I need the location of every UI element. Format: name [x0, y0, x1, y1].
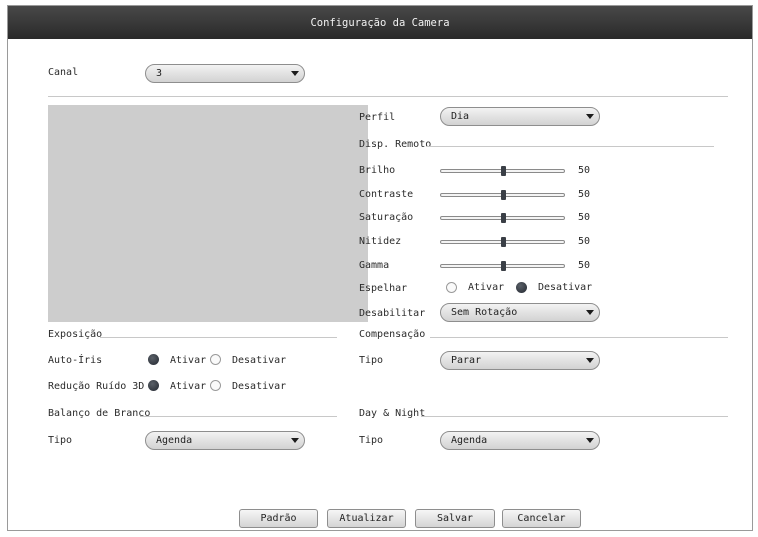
slider-handle[interactable]: [500, 213, 506, 223]
chevron-down-icon: [586, 114, 594, 119]
compensacao-tipo-select[interactable]: Parar: [440, 351, 600, 370]
slider-value: 50: [578, 260, 591, 271]
reducao-ruido-desativar-radio[interactable]: [210, 380, 221, 391]
day-night-tipo-label: Tipo: [359, 435, 384, 446]
slider-value: 50: [578, 212, 591, 223]
perfil-value: Dia: [451, 111, 470, 122]
espelhar-ativar-label[interactable]: Ativar: [468, 282, 504, 293]
saturacao-slider[interactable]: [440, 213, 565, 223]
chevron-down-icon: [586, 438, 594, 443]
divider: [100, 337, 337, 338]
perfil-select[interactable]: Dia: [440, 107, 600, 126]
slider-label: Saturação: [359, 212, 414, 223]
auto-iris-ativar-radio[interactable]: [148, 354, 159, 365]
brilho-slider[interactable]: [440, 166, 565, 176]
perfil-label: Perfil: [359, 112, 396, 123]
disp-remoto-section-title: Disp. Remoto: [359, 139, 432, 150]
contraste-slider[interactable]: [440, 190, 565, 200]
title-bar: Configuração da Camera: [8, 6, 752, 39]
padrao-button[interactable]: Padrão: [239, 509, 318, 528]
reducao-ruido-ativar-radio[interactable]: [148, 380, 159, 391]
divider: [427, 146, 714, 147]
auto-iris-ativar-label[interactable]: Ativar: [170, 355, 206, 366]
balanco-tipo-select[interactable]: Agenda: [145, 431, 305, 450]
espelhar-label: Espelhar: [359, 283, 408, 294]
reducao-ruido-label: Redução Ruído 3D: [48, 381, 145, 392]
divider: [421, 416, 728, 417]
auto-iris-label: Auto-Íris: [48, 355, 103, 366]
exposicao-section-title: Exposição: [48, 329, 103, 340]
window-title: Configuração da Camera: [310, 17, 450, 29]
espelhar-desativar-radio[interactable]: [516, 282, 527, 293]
canal-label: Canal: [48, 67, 79, 78]
reducao-ruido-ativar-label[interactable]: Ativar: [170, 381, 206, 392]
divider: [140, 416, 337, 417]
nitidez-slider[interactable]: [440, 237, 565, 247]
slider-label: Brilho: [359, 165, 396, 176]
day-night-tipo-value: Agenda: [451, 435, 488, 446]
slider-label: Nitidez: [359, 236, 402, 247]
divider: [48, 96, 728, 97]
slider-label: Gamma: [359, 260, 390, 271]
slider-value: 50: [578, 236, 591, 247]
slider-value: 50: [578, 165, 591, 176]
atualizar-button[interactable]: Atualizar: [327, 509, 406, 528]
video-preview: [48, 105, 368, 322]
chevron-down-icon: [586, 310, 594, 315]
desabilitar-label: Desabilitar: [359, 308, 426, 319]
compensacao-tipo-value: Parar: [451, 355, 482, 366]
chevron-down-icon: [291, 71, 299, 76]
slider-label: Contraste: [359, 189, 414, 200]
desabilitar-value: Sem Rotação: [451, 307, 518, 318]
slider-handle[interactable]: [500, 237, 506, 247]
reducao-ruido-desativar-label[interactable]: Desativar: [232, 381, 286, 392]
camera-config-dialog: Configuração da Camera Canal 3 Perfil Di…: [7, 5, 753, 531]
balanco-section-title: Balanço de Branco: [48, 408, 151, 419]
cancelar-button[interactable]: Cancelar: [502, 509, 581, 528]
chevron-down-icon: [291, 438, 299, 443]
canal-value: 3: [156, 68, 163, 79]
salvar-button[interactable]: Salvar: [415, 509, 495, 528]
espelhar-ativar-radio[interactable]: [446, 282, 457, 293]
auto-iris-desativar-radio[interactable]: [210, 354, 221, 365]
chevron-down-icon: [586, 358, 594, 363]
compensacao-tipo-label: Tipo: [359, 355, 384, 366]
day-night-section-title: Day & Night: [359, 408, 426, 419]
canal-select[interactable]: 3: [145, 64, 305, 83]
desabilitar-select[interactable]: Sem Rotação: [440, 303, 600, 322]
balanco-tipo-value: Agenda: [156, 435, 193, 446]
balanco-tipo-label: Tipo: [48, 435, 73, 446]
slider-value: 50: [578, 189, 591, 200]
slider-handle[interactable]: [500, 166, 506, 176]
gamma-slider[interactable]: [440, 261, 565, 271]
divider: [430, 337, 728, 338]
slider-handle[interactable]: [500, 261, 506, 271]
slider-handle[interactable]: [500, 190, 506, 200]
espelhar-desativar-label[interactable]: Desativar: [538, 282, 592, 293]
compensacao-section-title: Compensação: [359, 329, 426, 340]
auto-iris-desativar-label[interactable]: Desativar: [232, 355, 286, 366]
day-night-tipo-select[interactable]: Agenda: [440, 431, 600, 450]
